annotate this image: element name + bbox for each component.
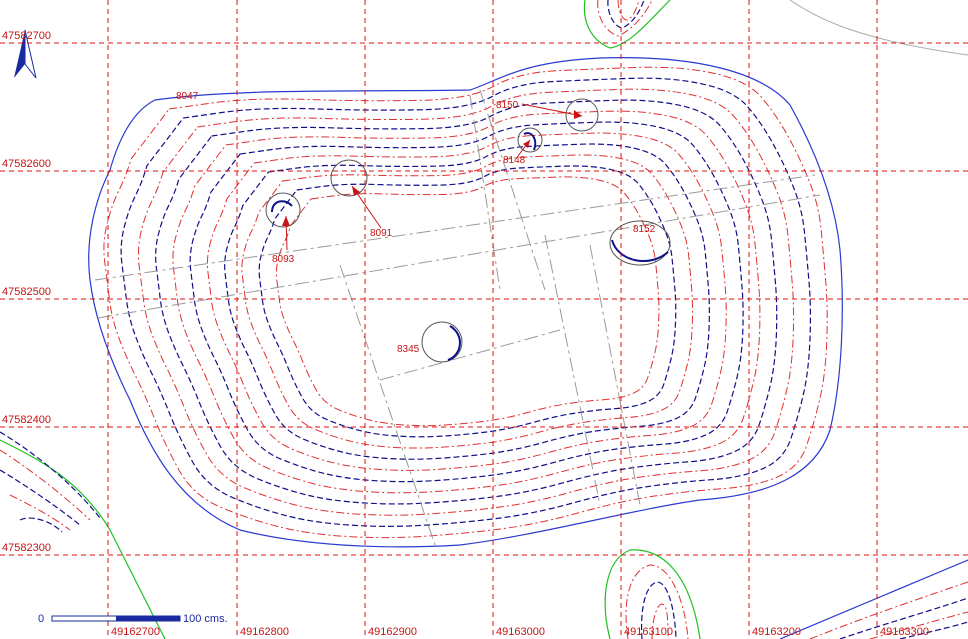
contours-bottom-right: [779, 559, 968, 639]
contour-line: [120, 77, 812, 527]
scale-start-label: 0: [38, 613, 44, 625]
easting-label: 49162900: [368, 626, 417, 638]
northing-label: 47582600: [2, 158, 51, 170]
feature-label-8150: 8150: [496, 100, 519, 111]
grid: [0, 0, 968, 639]
excavation-outline: [88, 57, 843, 548]
northing-label: 47582500: [2, 286, 51, 298]
contour-line: [172, 110, 761, 494]
feature-label-8091: 8091: [370, 228, 393, 239]
green-boundary-top: [583, 0, 671, 49]
green-boundary-left: [0, 439, 166, 639]
contour-line: [241, 154, 694, 449]
easting-label: 49163200: [752, 626, 801, 638]
feature-label-8093: 8093: [272, 254, 295, 265]
pit-8345: [421, 321, 463, 363]
site-plan: 47582700 47582600 47582500 47582400 4758…: [0, 0, 968, 639]
main-contours: [103, 66, 828, 539]
easting-label: 49162800: [240, 626, 289, 638]
contour-line: [155, 99, 778, 505]
feature-label-8047: 8047: [176, 91, 199, 102]
easting-label: 49163100: [624, 626, 673, 638]
contour-line: [206, 132, 727, 471]
contour-line: [258, 165, 677, 438]
terrain-line: [789, 0, 968, 56]
feature-label-8152: 8152: [633, 224, 656, 235]
easting-label: 49162700: [111, 626, 160, 638]
easting-label: 49163300: [880, 626, 929, 638]
northing-label: 47582400: [2, 414, 51, 426]
feature-label-8148: 8148: [503, 155, 526, 166]
northing-label: 47582300: [2, 542, 51, 554]
scale-bar: 0 100 cms.: [38, 613, 228, 625]
feature-arrows: [282, 103, 583, 251]
contour-line: [224, 143, 710, 460]
northing-label: 47582700: [2, 30, 51, 42]
feature-label-8345: 8345: [397, 344, 420, 355]
pit-8150: [565, 98, 599, 132]
contour-line: [275, 176, 660, 427]
map-canvas: 47582700 47582600 47582500 47582400 4758…: [0, 0, 968, 639]
scale-end-label: 100 cms.: [183, 613, 228, 625]
contours-top-right: [597, 0, 653, 37]
contour-line: [189, 121, 744, 483]
easting-label: 49163000: [496, 626, 545, 638]
